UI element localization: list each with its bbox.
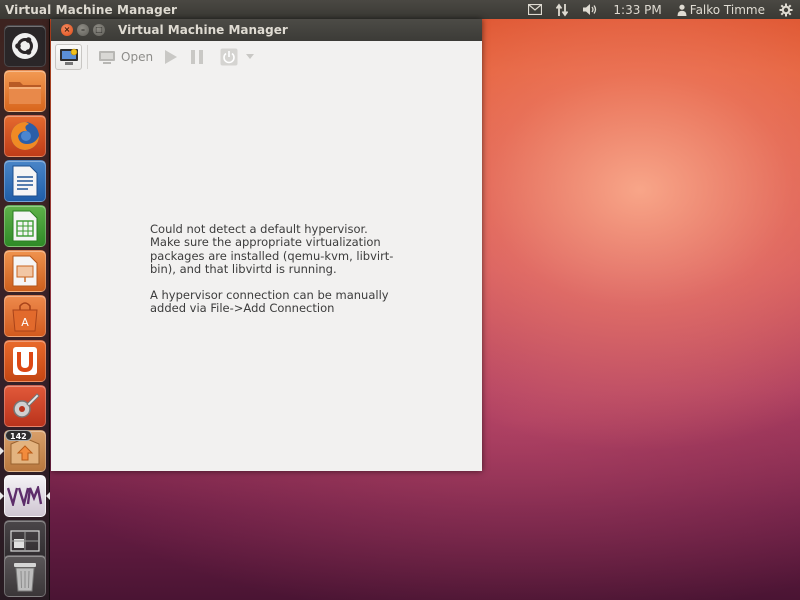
power-icon [220,48,238,66]
pause-icon [191,50,204,64]
monitor-icon [99,50,115,64]
folder-icon [9,82,41,104]
launcher: A 142 [0,19,50,600]
libreoffice-calc-launcher[interactable] [4,205,46,247]
no-hypervisor-text: Could not detect a default hypervisor. M… [150,222,394,276]
firefox-icon [11,122,39,150]
ubuntu-one-launcher[interactable] [4,340,46,382]
toolbar-separator [87,45,88,69]
network-icon[interactable] [549,0,575,19]
virt-manager-launcher[interactable] [4,475,46,517]
close-button[interactable]: × [61,24,73,36]
trash-launcher[interactable] [4,555,46,597]
top-panel: Virtual Machine Manager 1:33 PM Falko Ti… [0,0,800,19]
ubuntu-one-icon [13,347,37,375]
shutdown-button[interactable] [217,44,241,70]
firefox-launcher[interactable] [4,115,46,157]
system-settings-launcher[interactable] [4,385,46,427]
calc-icon [12,210,38,242]
hypervisor-message: Could not detect a default hypervisor. M… [150,222,400,316]
libreoffice-impress-launcher[interactable] [4,250,46,292]
shutdown-menu-arrow[interactable] [243,44,257,70]
active-app-title: Virtual Machine Manager [5,2,178,17]
pause-button[interactable] [185,44,209,70]
virt-manager-window: × – □ Virtual Machine Manager Open Could… [51,19,482,471]
open-label: Open [121,50,154,64]
ubuntu-logo-icon [12,33,38,59]
add-connection-hint: A hypervisor connection can be manually … [150,288,389,316]
chevron-down-icon [246,54,255,59]
maximize-button[interactable]: □ [93,24,105,36]
window-title: Virtual Machine Manager [118,23,288,37]
open-button[interactable]: Open [94,44,157,70]
user-icon [677,4,687,16]
trash-icon [14,563,36,592]
user-menu[interactable]: Falko Timme [670,3,772,17]
play-icon [165,50,178,64]
run-button[interactable] [159,44,183,70]
running-indicator [0,492,4,500]
window-titlebar[interactable]: × – □ Virtual Machine Manager [51,19,482,41]
new-vm-icon [59,48,78,65]
running-indicator [0,447,4,455]
libreoffice-writer-launcher[interactable] [4,160,46,202]
writer-icon [12,165,38,197]
software-center-launcher[interactable]: A [4,295,46,337]
update-count-badge: 142 [5,430,32,441]
impress-icon [12,255,38,287]
indicator-area: 1:33 PM Falko Timme [521,0,800,19]
minimize-button[interactable]: – [77,24,89,36]
clock[interactable]: 1:33 PM [605,3,669,17]
focused-indicator [46,492,50,500]
workspaces-icon [10,530,40,552]
settings-icon [13,393,40,418]
dash-home-button[interactable] [4,25,46,67]
settings-gear-icon[interactable] [772,0,800,19]
toolbar: Open [51,41,482,73]
files-launcher[interactable] [4,70,46,112]
user-name: Falko Timme [689,2,765,17]
mail-icon[interactable] [521,0,549,19]
new-vm-button[interactable] [55,44,82,70]
shopping-bag-icon: A [12,302,38,332]
svg-text:A: A [21,316,29,329]
volume-icon[interactable] [575,0,605,19]
vmm-icon [7,486,43,506]
